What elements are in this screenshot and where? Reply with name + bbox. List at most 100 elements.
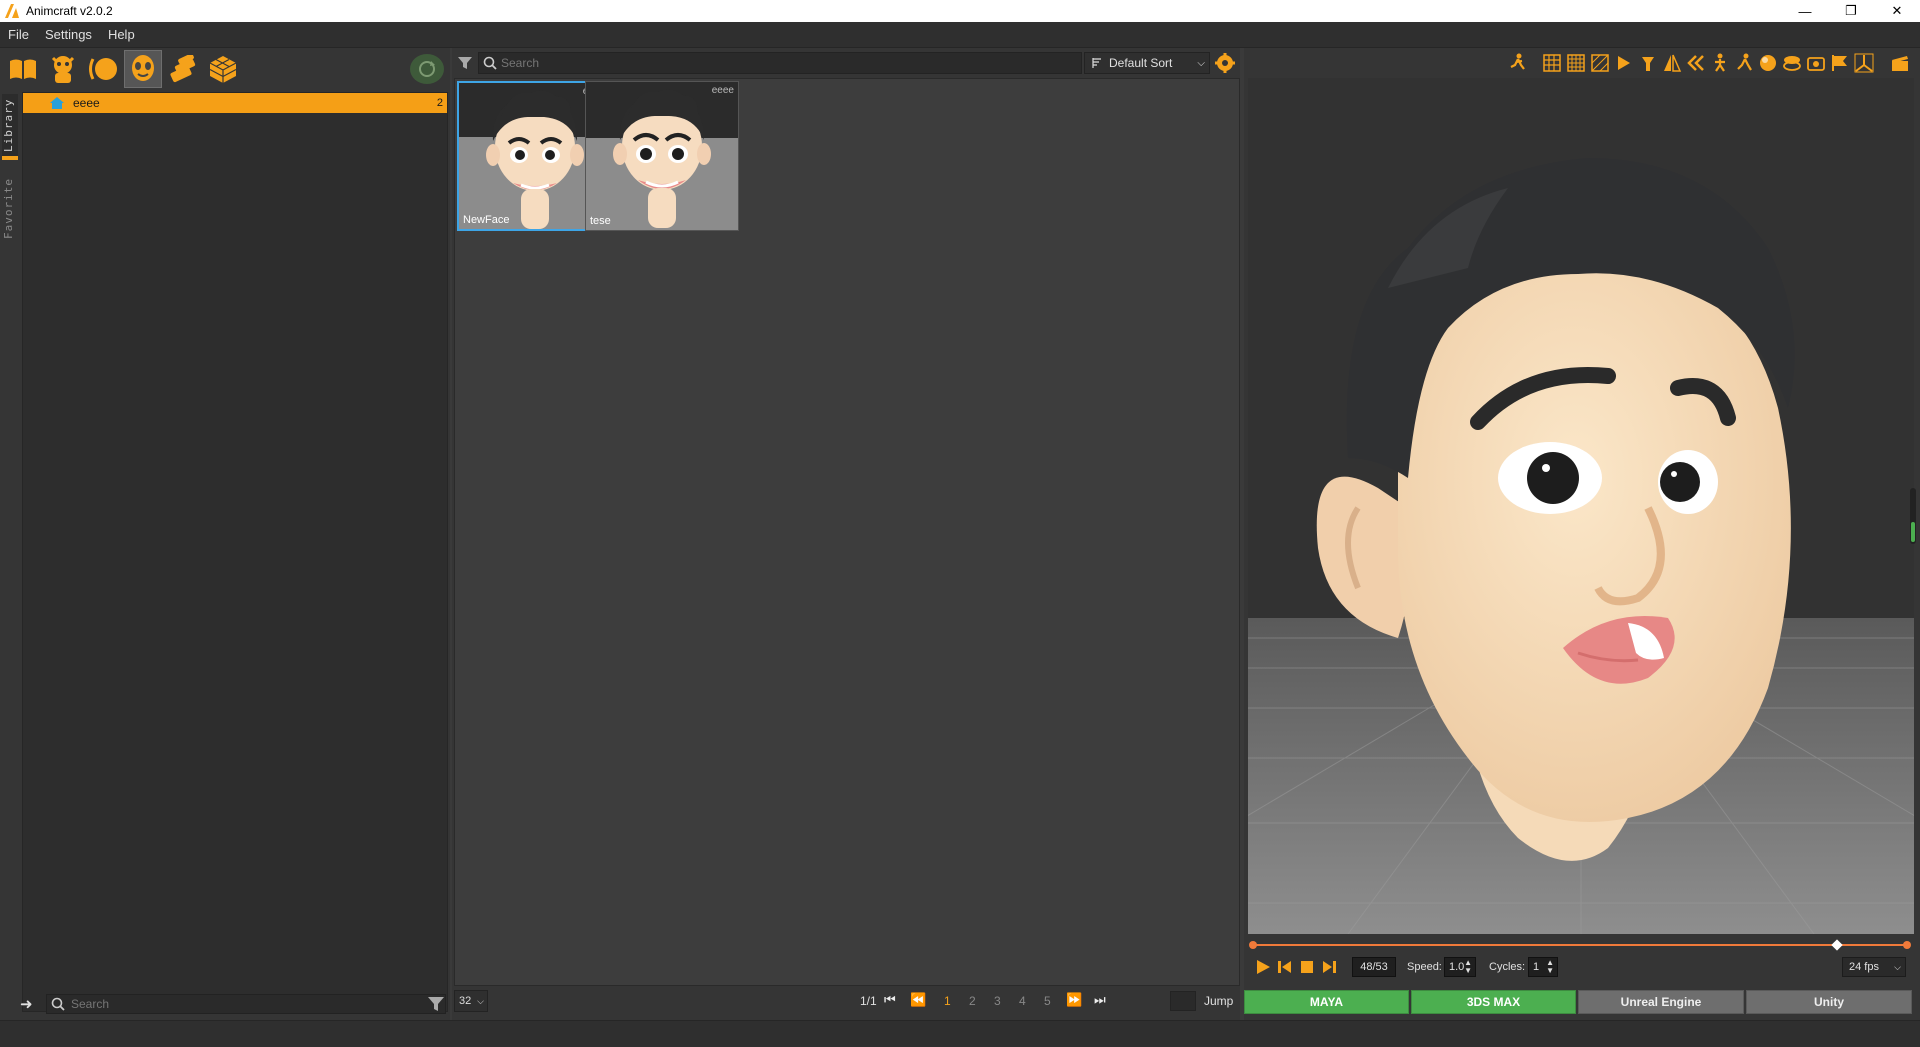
viewer-toolbar xyxy=(1244,48,1920,78)
search-icon xyxy=(483,56,497,70)
export-unity-button[interactable]: Unity xyxy=(1746,990,1912,1014)
menu-help[interactable]: Help xyxy=(100,27,143,42)
sphere-icon[interactable] xyxy=(1758,53,1778,73)
timeline-start-marker[interactable] xyxy=(1249,941,1257,949)
fps-dropdown[interactable]: 24 fps ⌵ xyxy=(1842,957,1906,977)
page-info: 1/1 xyxy=(860,994,877,1008)
viewport-scrollbar[interactable] xyxy=(1910,488,1916,544)
minimize-button[interactable]: — xyxy=(1782,0,1828,22)
frame-counter: 48/53 xyxy=(1352,957,1396,977)
arrow-right-icon[interactable]: ➜ xyxy=(20,995,33,1013)
asset-grid: eeee NewFace eeee tese xyxy=(454,78,1240,986)
playback-controls: 48/53 Speed: 1.0 ▲ ▼ Cycles: 1 ▲ ▼ 24 fps … xyxy=(1244,954,1920,978)
asset-tag: eeee xyxy=(711,85,734,96)
chevron-down-icon: ⌵ xyxy=(1197,57,1205,69)
jump-page-input[interactable] xyxy=(1170,991,1196,1011)
export-3dsmax-button[interactable]: 3DS MAX xyxy=(1411,990,1576,1014)
menu-file[interactable]: File xyxy=(0,27,37,42)
sort-dropdown[interactable]: Default Sort ⌵ xyxy=(1084,52,1210,74)
home-icon xyxy=(50,97,64,109)
page-number-5[interactable]: 5 xyxy=(1044,994,1051,1008)
timeline-playhead[interactable] xyxy=(1831,939,1843,951)
tab-favorite[interactable]: Favorite xyxy=(2,178,18,240)
asset-name: NewFace xyxy=(463,214,510,226)
animcraft-logo-icon xyxy=(5,4,19,18)
first-page-icon[interactable]: ⏮ xyxy=(884,992,896,1008)
tab-active-indicator xyxy=(2,156,18,160)
viewer-panel: 48/53 Speed: 1.0 ▲ ▼ Cycles: 1 ▲ ▼ 24 fps … xyxy=(1244,48,1920,1020)
spinner-arrows-icon[interactable]: ▲ ▼ xyxy=(1546,959,1554,975)
close-button[interactable]: ✕ xyxy=(1874,0,1920,22)
character-head-render xyxy=(1248,78,1914,934)
screenshot-icon[interactable] xyxy=(1806,53,1826,73)
asset-thumbnail[interactable]: eeee tese xyxy=(585,81,739,231)
run-figure-icon[interactable] xyxy=(1508,53,1528,73)
camera-front-icon[interactable] xyxy=(1614,53,1634,73)
export-buttons: MAYA 3DS MAX Unreal Engine Unity xyxy=(1244,990,1920,1016)
page-number-3[interactable]: 3 xyxy=(994,994,1001,1008)
cycles-spinner[interactable]: 1 ▲ ▼ xyxy=(1528,957,1558,977)
flag-icon[interactable] xyxy=(1830,53,1850,73)
page-number-2[interactable]: 2 xyxy=(969,994,976,1008)
timeline-end-marker[interactable] xyxy=(1903,941,1911,949)
fps-value: 24 fps xyxy=(1849,961,1879,973)
clapboard-icon[interactable] xyxy=(1890,53,1910,73)
character-icon[interactable] xyxy=(44,50,82,88)
spinner-arrows-icon[interactable]: ▲ ▼ xyxy=(1464,959,1472,975)
axis-icon[interactable] xyxy=(1854,53,1874,73)
export-unreal-button[interactable]: Unreal Engine xyxy=(1578,990,1744,1014)
tree-folder-label: eeee xyxy=(73,96,100,110)
export-maya-button[interactable]: MAYA xyxy=(1244,990,1409,1014)
timeline-slider[interactable] xyxy=(1249,938,1911,952)
prev-page-icon[interactable]: ⏪ xyxy=(910,992,926,1008)
grid-icon[interactable] xyxy=(1542,53,1562,73)
wireframe-icon[interactable] xyxy=(1590,53,1610,73)
asset-name: tese xyxy=(590,215,611,227)
gear-icon[interactable] xyxy=(1214,52,1236,74)
browser-search-input[interactable] xyxy=(501,56,1061,70)
face-preview xyxy=(613,89,711,228)
sort-label: Default Sort xyxy=(1109,56,1173,70)
refresh-icon xyxy=(419,61,435,77)
cycles-value: 1 xyxy=(1533,961,1540,973)
sync-button[interactable] xyxy=(410,54,444,84)
speed-value: 1.0 xyxy=(1449,961,1465,973)
motion-icon[interactable] xyxy=(164,50,202,88)
step-back-icon[interactable] xyxy=(1276,958,1294,976)
mirror-icon[interactable] xyxy=(1662,53,1682,73)
library-search-input[interactable] xyxy=(71,997,431,1011)
shape-icon[interactable] xyxy=(84,50,122,88)
last-page-icon[interactable]: ⏭ xyxy=(1094,992,1106,1008)
stop-icon[interactable] xyxy=(1298,958,1316,976)
tree-folder-row[interactable]: eeee 2 xyxy=(23,93,447,113)
speed-spinner[interactable]: 1.0 ▲ ▼ xyxy=(1444,957,1476,977)
folder-tree: eeee 2 xyxy=(22,92,448,1012)
light-icon[interactable] xyxy=(1638,53,1658,73)
window-title: Animcraft v2.0.2 xyxy=(26,4,113,18)
page-size-value: 32 xyxy=(459,995,472,1007)
menu-settings[interactable]: Settings xyxy=(37,27,100,42)
page-number-1[interactable]: 1 xyxy=(944,994,951,1008)
skeleton-icon[interactable] xyxy=(1734,53,1754,73)
play-icon[interactable] xyxy=(1254,958,1272,976)
cube-icon[interactable] xyxy=(204,50,242,88)
figure-icon[interactable] xyxy=(1710,53,1730,73)
filter-icon[interactable] xyxy=(456,54,474,72)
face-icon[interactable] xyxy=(124,50,162,88)
floor-icon[interactable] xyxy=(1782,53,1802,73)
rewind-icon[interactable] xyxy=(1686,53,1706,73)
library-panel: Library Favorite eeee 2 ➜ xyxy=(0,48,450,1020)
3d-viewport[interactable] xyxy=(1248,78,1914,934)
tab-library[interactable]: Library xyxy=(2,94,18,156)
restore-button[interactable]: ❐ xyxy=(1828,0,1874,22)
page-number-4[interactable]: 4 xyxy=(1019,994,1026,1008)
grid-dense-icon[interactable] xyxy=(1566,53,1586,73)
next-page-icon[interactable]: ⏩ xyxy=(1066,992,1082,1008)
book-icon[interactable] xyxy=(4,50,42,88)
jump-label[interactable]: Jump xyxy=(1204,994,1233,1008)
step-forward-icon[interactable] xyxy=(1320,958,1338,976)
filter-icon[interactable] xyxy=(426,994,446,1014)
page-size-dropdown[interactable]: 32 ⌵ xyxy=(454,990,488,1012)
chevron-down-icon: ⌵ xyxy=(1894,961,1901,972)
speed-label: Speed: xyxy=(1407,961,1442,973)
